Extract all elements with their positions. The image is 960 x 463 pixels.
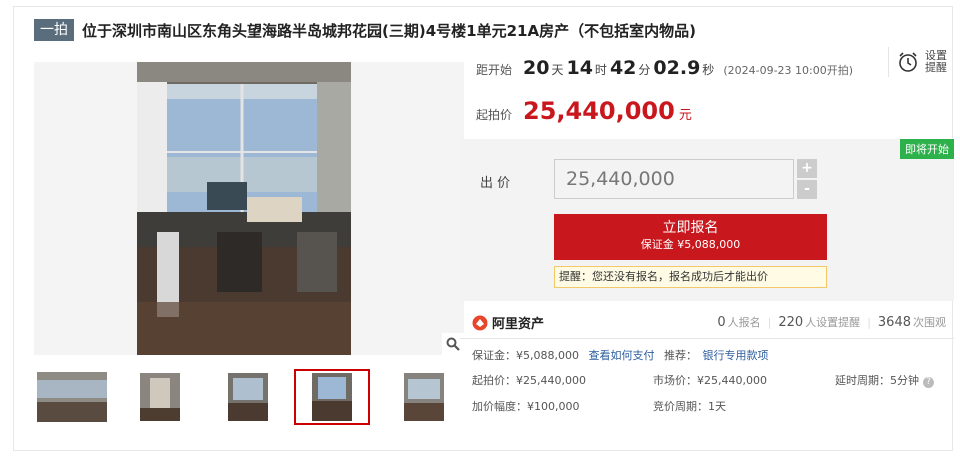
price-unit: 元 [678, 108, 692, 123]
reminder-count: 220 [778, 315, 804, 330]
magnifier-icon [446, 337, 460, 351]
increment-info: 加价幅度：¥100,000 [472, 400, 580, 413]
auction-stats: 0 人报名 | 220 人设置提醒 | 3648 次围观 [717, 315, 946, 330]
signup-count: 0 [717, 315, 726, 330]
thumbnail-image [312, 373, 352, 421]
alarm-clock-icon [899, 52, 917, 72]
decrease-bid-button[interactable]: - [797, 180, 817, 199]
start-price-row: 起拍价 25,440,000 元 [476, 97, 692, 125]
countdown-days: 20 [523, 57, 550, 79]
thumbnail-image [228, 373, 268, 421]
remind-line2: 提醒 [925, 61, 947, 74]
market-price-info: 市场价：¥25,440,000 [653, 374, 767, 387]
bid-box: 即将开始 出 价 25,440,000 + - 立即报名 保证金 ¥5,088,… [460, 139, 954, 301]
auction-round-badge: 一拍 [34, 19, 74, 41]
thumbnail-4-selected[interactable] [294, 369, 370, 425]
delay-period-info: 延时周期：5分钟? [835, 372, 934, 388]
days-unit: 天 [551, 63, 564, 77]
signup-label: 人报名 [727, 316, 761, 329]
bid-cycle-info: 竞价周期：1天 [653, 400, 726, 413]
countdown-hours: 14 [566, 57, 593, 79]
minutes-unit: 分 [638, 63, 651, 77]
ali-assets-logo-icon [472, 315, 488, 330]
increase-bid-button[interactable]: + [797, 159, 817, 178]
seconds-unit: 秒 [702, 63, 715, 77]
help-icon[interactable]: ? [923, 377, 934, 388]
deposit-info: 保证金：¥5,088,000 查看如何支付 推荐： 银行专用款项 [472, 347, 768, 363]
platform-name: 阿里资产 [492, 317, 545, 332]
deposit-amount: 保证金 ¥5,088,000 [640, 238, 741, 251]
status-badge: 即将开始 [900, 139, 954, 159]
thumbnail-3[interactable] [210, 369, 286, 425]
bid-label: 出 价 [480, 176, 511, 191]
item-title: 位于深圳市南山区东角头望海路半岛城邦花园(三期)4号楼1单元21A房产（不包括室… [82, 21, 696, 40]
platform-logo[interactable]: 阿里资产 [472, 313, 544, 332]
platform-bar: 阿里资产 0 人报名 | 220 人设置提醒 | 3648 次围观 [460, 304, 954, 339]
register-button-label: 立即报名 [662, 220, 719, 236]
bid-amount-input[interactable]: 25,440,000 [554, 159, 794, 199]
register-button[interactable]: 立即报名 保证金 ¥5,088,000 [554, 214, 827, 260]
view-count: 3648 [877, 315, 911, 330]
thumbnail-5[interactable] [386, 369, 462, 425]
countdown-seconds: 02.9 [653, 57, 701, 79]
countdown: 距开始 20 天 14 时 42 分 02.9 秒 (2024-09-23 10:00开… [476, 57, 853, 79]
thumbnail-strip [34, 369, 464, 427]
main-image[interactable] [34, 62, 464, 355]
room-photo [137, 62, 351, 355]
registration-tip: 提醒：您还没有报名，报名成功后才能出价 [554, 266, 827, 288]
countdown-minutes: 42 [609, 57, 637, 79]
item-title-bar: 一拍 位于深圳市南山区东角头望海路半岛城邦花园(三期)4号楼1单元21A房产（不… [34, 17, 696, 43]
reminder-label: 人设置提醒 [805, 316, 861, 329]
thumbnail-1[interactable] [34, 369, 110, 425]
start-time-note: (2024-09-23 10:00开拍) [723, 64, 854, 77]
thumbnail-2[interactable] [122, 369, 198, 425]
start-price-label: 起拍价 [476, 108, 513, 122]
view-label: 次围观 [913, 316, 946, 329]
start-price-info: 起拍价：¥25,440,000 [472, 374, 586, 387]
hours-unit: 时 [594, 63, 607, 77]
how-to-pay-link[interactable]: 查看如何支付 [588, 349, 654, 362]
thumbnail-image [140, 373, 180, 421]
delay-text: 延时周期：5分钟 [835, 374, 919, 387]
set-reminder-button[interactable]: 设置 提醒 [888, 47, 947, 77]
start-price-value: 25,440,000 [523, 97, 675, 125]
countdown-label: 距开始 [476, 63, 513, 77]
thumbnail-image [404, 373, 444, 421]
recommend-label: 推荐： [663, 349, 697, 362]
thumbnail-image [37, 372, 107, 422]
auction-card: 一拍 位于深圳市南山区东角头望海路半岛城邦花园(三期)4号楼1单元21A房产（不… [13, 6, 954, 451]
deposit-text: 保证金：¥5,088,000 [472, 349, 579, 362]
bank-account-link[interactable]: 银行专用款项 [702, 349, 768, 362]
